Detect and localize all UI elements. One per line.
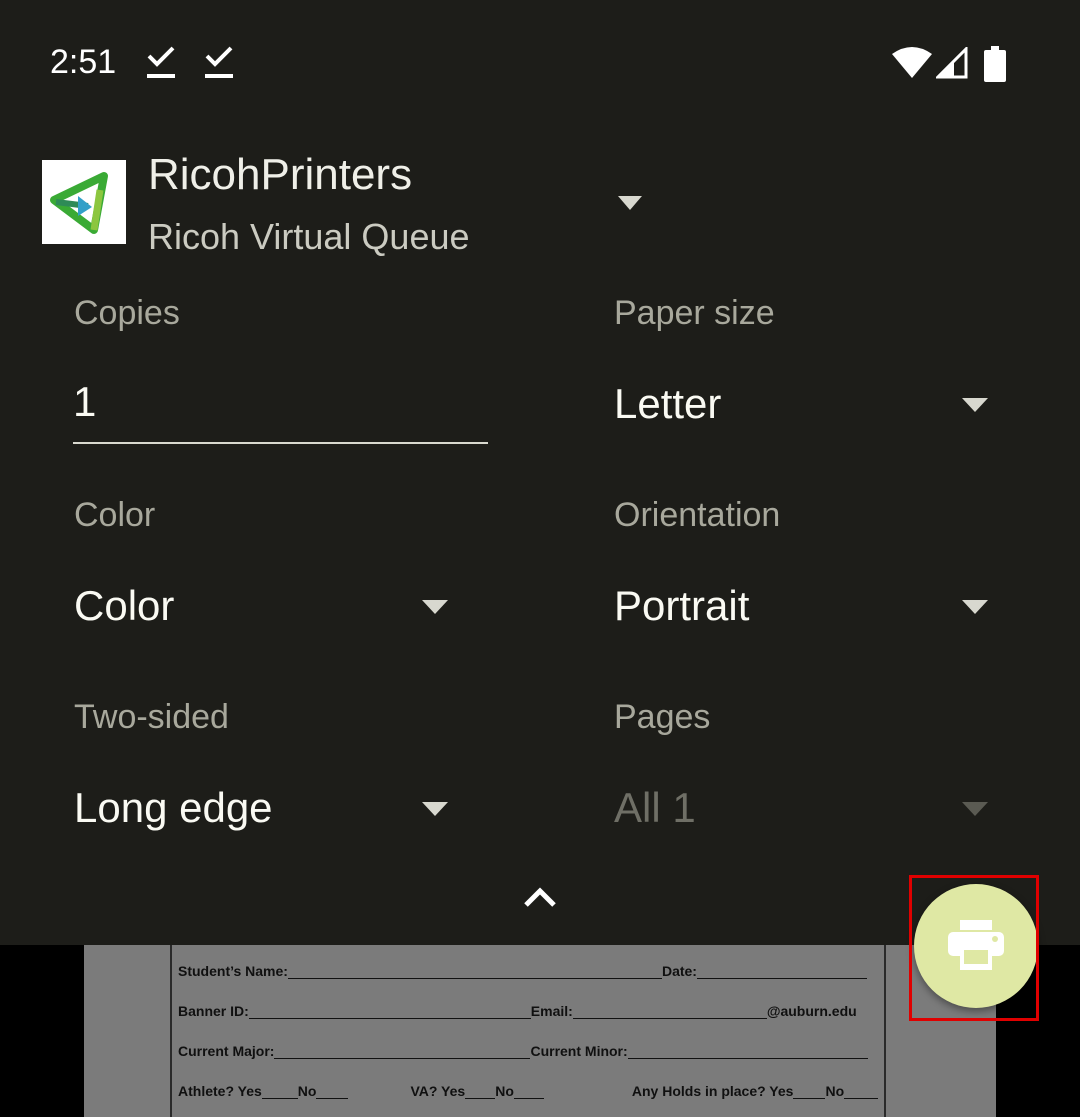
cell-signal-icon xyxy=(936,47,968,79)
chevron-down-icon xyxy=(422,802,448,816)
collapse-options-button[interactable] xyxy=(518,875,562,919)
printer-queue: Ricoh Virtual Queue xyxy=(148,216,470,257)
orientation-value: Portrait xyxy=(614,582,750,629)
print-options-panel: 2:51 RicohPrinters Ricoh Virtual Queue C… xyxy=(0,0,1080,945)
printer-icon xyxy=(948,920,1004,970)
document-preview: Student’s Name: Date: Banner ID: Email: @au… xyxy=(0,945,1080,1117)
chevron-down-icon xyxy=(618,196,642,210)
print-button[interactable] xyxy=(914,884,1038,1008)
orientation-label: Orientation xyxy=(614,496,781,534)
paper-size-label: Paper size xyxy=(614,294,775,332)
two-sided-dropdown[interactable]: Long edge xyxy=(74,772,454,842)
copies-input[interactable]: 1 xyxy=(73,372,488,444)
pages-value: All 1 xyxy=(614,784,696,831)
color-label: Color xyxy=(74,496,156,534)
two-sided-value: Long edge xyxy=(74,784,273,831)
pages-dropdown: All 1 xyxy=(614,772,994,842)
printer-selector[interactable]: RicohPrinters Ricoh Virtual Queue xyxy=(42,150,662,260)
page-right-rule xyxy=(884,945,886,1117)
orientation-dropdown[interactable]: Portrait xyxy=(614,570,994,640)
battery-icon xyxy=(984,46,1006,82)
paper-size-dropdown[interactable]: Letter xyxy=(614,368,994,438)
chevron-down-icon xyxy=(962,398,988,412)
preview-line-1: Student’s Name: Date: xyxy=(178,963,867,979)
preview-line-2: Banner ID: Email: @auburn.edu xyxy=(178,1003,857,1019)
chevron-up-icon xyxy=(524,887,556,907)
download-complete-icon-2 xyxy=(205,46,233,78)
paper-size-value: Letter xyxy=(614,380,722,427)
copies-label: Copies xyxy=(74,294,180,332)
preview-line-4: Athlete? Yes No VA? Yes No Any Holds in plac… xyxy=(178,1083,879,1099)
copies-value: 1 xyxy=(73,378,97,425)
status-time: 2:51 xyxy=(50,43,117,81)
preview-line-3: Current Major: Current Minor: xyxy=(178,1043,868,1059)
status-bar: 2:51 xyxy=(0,0,1080,130)
preview-page: Student’s Name: Date: Banner ID: Email: @au… xyxy=(84,945,996,1117)
printer-name: RicohPrinters xyxy=(148,150,413,199)
download-complete-icon xyxy=(147,46,175,78)
chevron-down-icon xyxy=(422,600,448,614)
pages-label: Pages xyxy=(614,698,711,736)
color-value: Color xyxy=(74,582,175,629)
wifi-icon xyxy=(892,47,932,78)
page-left-rule xyxy=(170,945,172,1117)
two-sided-label: Two-sided xyxy=(74,698,229,736)
ricoh-app-logo-icon xyxy=(42,160,126,244)
color-dropdown[interactable]: Color xyxy=(74,570,454,640)
chevron-down-icon xyxy=(962,600,988,614)
chevron-down-icon xyxy=(962,802,988,816)
